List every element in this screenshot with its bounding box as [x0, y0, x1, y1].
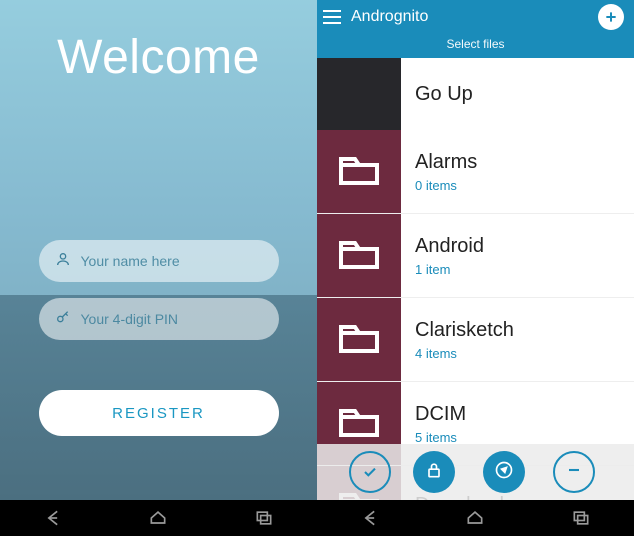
android-navbar-right	[317, 500, 634, 536]
register-button[interactable]: REGISTER	[39, 390, 279, 436]
file-browser-screen: Andrognito Select files Go Up Alarms 0 it…	[317, 0, 634, 536]
folder-name: Alarms	[415, 151, 620, 174]
pin-field[interactable]	[39, 298, 279, 340]
folder-count: 1 item	[415, 262, 620, 277]
select-toggle-button[interactable]	[349, 451, 391, 493]
folder-name: Android	[415, 235, 620, 258]
recent-icon[interactable]	[568, 508, 594, 528]
name-input[interactable]	[81, 253, 263, 269]
remove-button[interactable]	[553, 451, 595, 493]
name-field[interactable]	[39, 240, 279, 282]
folder-row[interactable]: Android 1 item	[317, 214, 634, 298]
folder-count: 4 items	[415, 346, 620, 361]
key-icon	[55, 309, 71, 330]
folder-icon	[335, 229, 383, 282]
folder-icon	[335, 313, 383, 366]
file-list: Go Up Alarms 0 items Android 1 item Claris…	[317, 58, 634, 536]
app-title: Andrognito	[351, 8, 428, 26]
action-bar	[317, 444, 634, 500]
pin-input[interactable]	[81, 311, 263, 327]
compass-icon	[494, 460, 514, 485]
folder-row[interactable]: Alarms 0 items	[317, 130, 634, 214]
home-icon[interactable]	[145, 508, 171, 528]
folder-count: 5 items	[415, 430, 620, 445]
folder-count: 0 items	[415, 178, 620, 193]
minus-icon	[564, 460, 584, 485]
lock-button[interactable]	[413, 451, 455, 493]
android-navbar-left	[0, 500, 317, 536]
back-icon[interactable]	[40, 508, 66, 528]
folder-icon	[335, 145, 383, 198]
add-button[interactable]	[598, 4, 624, 30]
folder-name: Clarisketch	[415, 319, 620, 342]
go-up-row[interactable]: Go Up	[317, 58, 634, 130]
recent-icon[interactable]	[251, 508, 277, 528]
home-icon[interactable]	[462, 508, 488, 528]
folder-icon	[335, 397, 383, 450]
user-icon	[55, 251, 71, 272]
arrow-up-icon	[335, 68, 383, 121]
folder-name: DCIM	[415, 403, 620, 426]
compass-button[interactable]	[483, 451, 525, 493]
welcome-title: Welcome	[57, 30, 260, 85]
topbar-subtitle: Select files	[317, 34, 634, 58]
lock-icon	[424, 460, 444, 485]
go-up-label: Go Up	[415, 83, 620, 106]
welcome-screen: Welcome REGISTER	[0, 0, 317, 536]
folder-row[interactable]: Clarisketch 4 items	[317, 298, 634, 382]
topbar: Andrognito Select files	[317, 0, 634, 58]
back-icon[interactable]	[357, 508, 383, 528]
menu-icon[interactable]	[323, 10, 341, 24]
